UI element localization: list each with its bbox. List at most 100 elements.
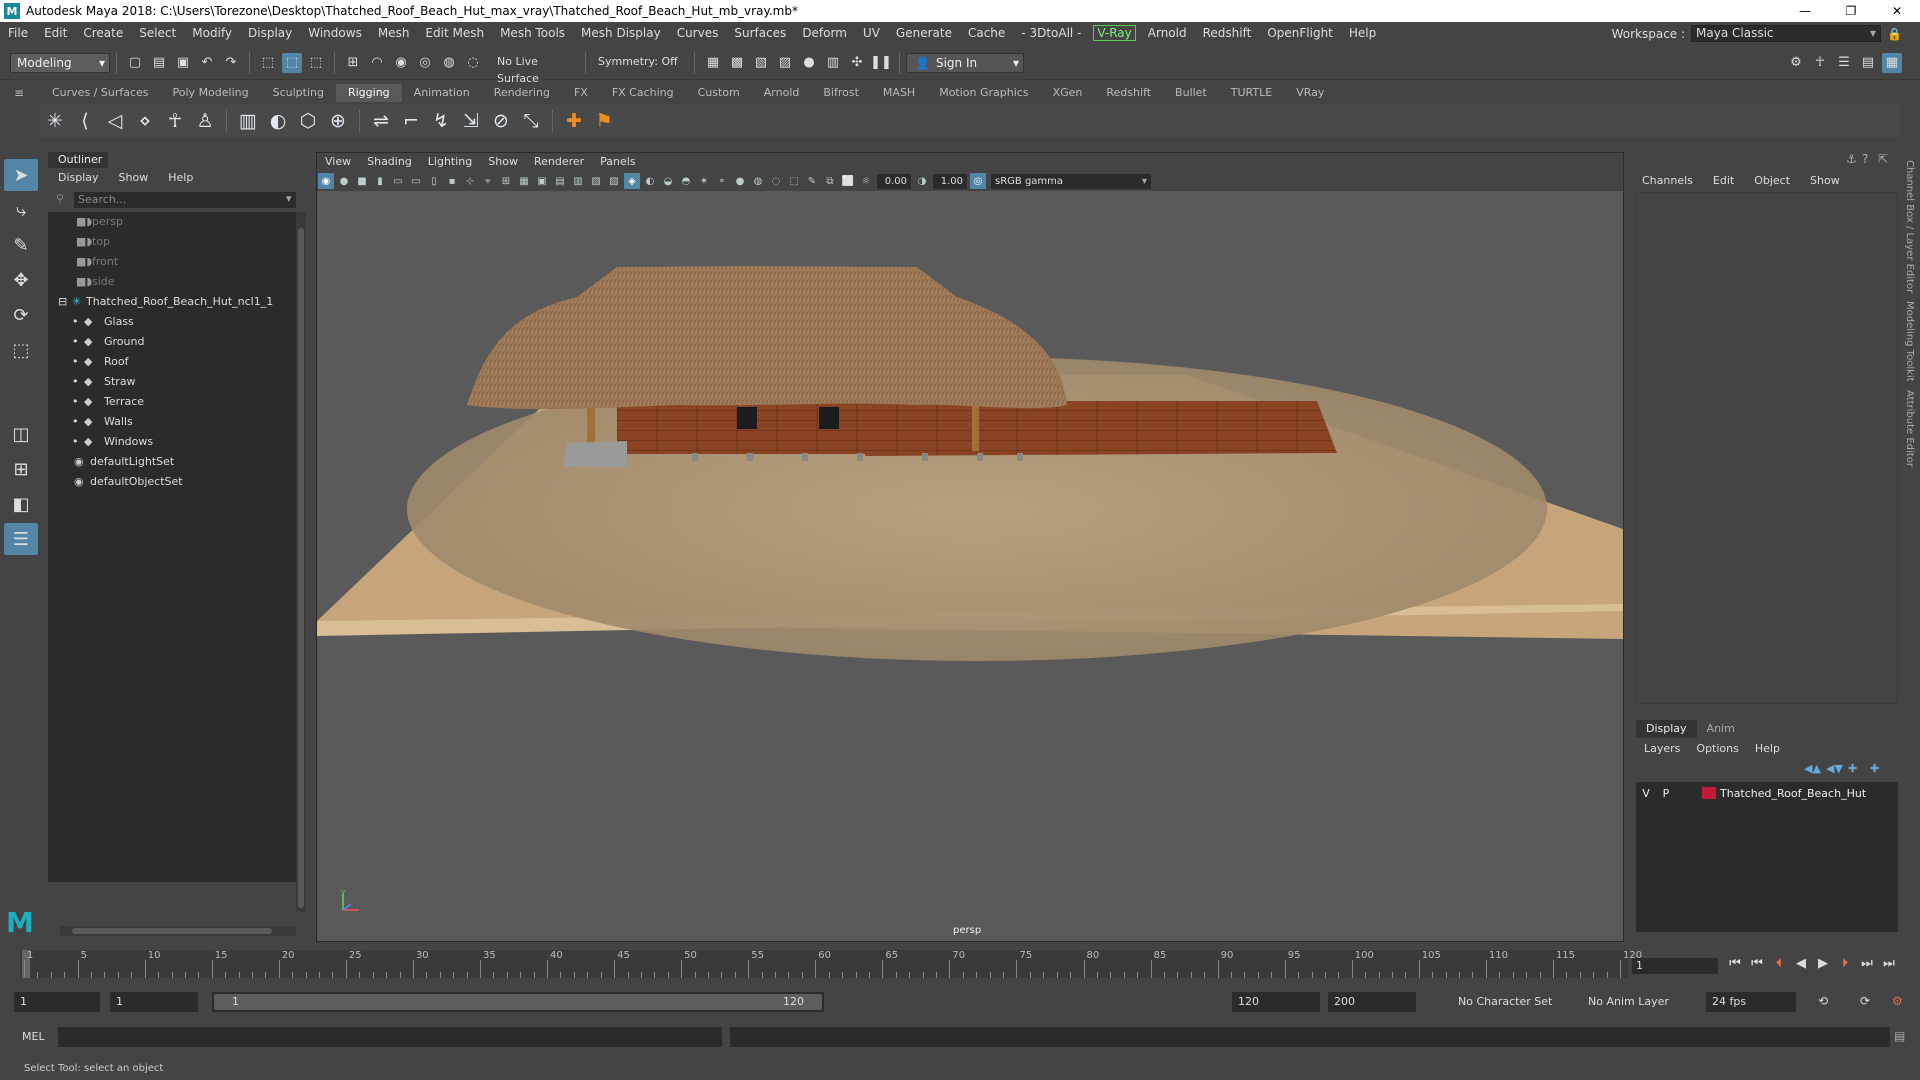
time-slider[interactable]: 1 5 10 15 20 25 30 35 40 45 50 55 60 65 70 75 80 85 90 95 10… — [20, 950, 1642, 978]
exposure-field[interactable]: 0.00 — [877, 173, 911, 189]
layer-row[interactable]: V P Thatched_Roof_Beach_Hut — [1636, 784, 1898, 802]
save-scene-icon[interactable]: ▣ — [173, 53, 193, 73]
outliner-item-straw[interactable]: • ◆ Straw — [48, 372, 296, 392]
step-back-frame-icon[interactable]: ⏴ — [1768, 956, 1790, 971]
shelf-tab-xgen[interactable]: XGen — [1041, 84, 1095, 102]
menu-surfaces[interactable]: Surfaces — [726, 26, 794, 40]
shelf-tab-bifrost[interactable]: Bifrost — [811, 84, 871, 102]
menu-v-ray[interactable]: V-Ray — [1093, 25, 1136, 41]
paint-weights-icon[interactable]: ◐ — [263, 106, 293, 136]
go-to-end-icon[interactable]: ⏭ — [1878, 956, 1900, 971]
layer-menu-options[interactable]: Options — [1688, 740, 1746, 758]
anim-preferences-icon[interactable]: ⚙ — [1892, 994, 1903, 1008]
shelf-tab-custom[interactable]: Custom — [686, 84, 752, 102]
menu-edit[interactable]: Edit — [36, 26, 75, 40]
light-editor-icon[interactable]: ✣ — [847, 53, 867, 73]
view-transform-dropdown[interactable]: sRGB gamma — [991, 173, 1151, 189]
menu-generate[interactable]: Generate — [888, 26, 960, 40]
render-frame-icon[interactable]: ▩ — [727, 53, 747, 73]
menu-create[interactable]: Create — [75, 26, 131, 40]
resolution-gate-icon[interactable]: ▭ — [408, 173, 424, 189]
shadows-icon[interactable]: ▨ — [606, 173, 622, 189]
select-object-icon[interactable]: ⬚ — [282, 52, 302, 73]
script-language-label[interactable]: MEL — [22, 1030, 45, 1043]
side-tab-modeling-toolkit[interactable]: Modeling Toolkit — [1904, 301, 1915, 382]
menu-display[interactable]: Display — [240, 26, 300, 40]
anti-aliasing-icon[interactable]: ◓ — [678, 173, 694, 189]
outliner-horizontal-scrollbar[interactable] — [60, 926, 296, 936]
motion-blur-icon[interactable]: ◒ — [660, 173, 676, 189]
single-view-icon[interactable]: ◫ — [4, 418, 38, 450]
human-ik-icon[interactable]: ☥ — [1810, 53, 1830, 73]
menu-openflight[interactable]: OpenFlight — [1259, 26, 1341, 40]
close-button[interactable]: ✕ — [1874, 0, 1920, 22]
anim-layer-dropdown[interactable]: No Anim Layer — [1588, 992, 1698, 1012]
undo-icon[interactable]: ↶ — [197, 53, 217, 73]
frame-icon[interactable]: ⬜ — [840, 173, 856, 189]
wireframe-icon[interactable]: ▦ — [516, 173, 532, 189]
outliner-tab[interactable]: Outliner — [48, 152, 108, 168]
select-hierarchy-icon[interactable]: ⬚ — [258, 53, 278, 73]
new-layer-selected-icon[interactable]: ✚ — [1870, 762, 1892, 775]
outliner-item-defaultlightset[interactable]: ◉ defaultLightSet — [48, 452, 296, 472]
character-set-dropdown[interactable]: No Character Set — [1458, 992, 1578, 1012]
pin-icon[interactable]: ⚑ — [589, 106, 619, 136]
textured-icon[interactable]: ▥ — [570, 173, 586, 189]
snap-live-icon[interactable]: ◌ — [463, 53, 483, 73]
safe-action-icon[interactable]: ⊹ — [462, 173, 478, 189]
gamma-field[interactable]: 1.00 — [933, 173, 967, 189]
parent-constraint-icon[interactable]: ⤡ — [516, 106, 546, 136]
redo-icon[interactable]: ↷ — [221, 53, 241, 73]
menu-modify[interactable]: Modify — [184, 26, 240, 40]
help-icon[interactable]: ? — [1862, 152, 1878, 166]
search-dropdown-icon[interactable]: ▾ — [286, 192, 292, 205]
outliner-item-persp[interactable]: ■◗ persp — [48, 212, 296, 232]
menu-edit-mesh[interactable]: Edit Mesh — [417, 26, 492, 40]
menu-arnold[interactable]: Arnold — [1140, 26, 1195, 40]
layer-menu-help[interactable]: Help — [1747, 740, 1788, 758]
viewport-menu-lighting[interactable]: Lighting — [420, 153, 480, 171]
maximize-button[interactable]: ❐ — [1828, 0, 1874, 22]
shelf-tab-turtle[interactable]: TURTLE — [1219, 84, 1284, 102]
loop-icon[interactable]: ⟲ — [1818, 994, 1828, 1008]
render-view-icon[interactable]: ▦ — [703, 53, 723, 73]
bind-skin-icon[interactable]: ▥ — [233, 106, 263, 136]
hud-icon[interactable]: ◌ — [768, 173, 784, 189]
xray-icon[interactable]: ◈ — [624, 173, 640, 189]
menu-cache[interactable]: Cache — [960, 26, 1013, 40]
snap-surface-icon[interactable]: ◍ — [439, 53, 459, 73]
render-setup-icon[interactable]: ▥ — [823, 53, 843, 73]
move-layer-up-icon[interactable]: ◀▲ — [1804, 762, 1826, 775]
create-joints-icon[interactable]: ✳ — [40, 106, 70, 136]
menu-uv[interactable]: UV — [855, 26, 888, 40]
outliner-item-thatched-roof-beach-hut-ncl1-1[interactable]: ⊟ ✳ Thatched_Roof_Beach_Hut_ncl1_1 — [48, 292, 296, 312]
outliner-menu-help[interactable]: Help — [158, 169, 203, 187]
camera-attributes-icon[interactable]: ● — [336, 173, 352, 189]
new-scene-icon[interactable]: ▢ — [125, 53, 145, 73]
layer-tab-anim[interactable]: Anim — [1697, 720, 1745, 738]
viewport-menu-renderer[interactable]: Renderer — [526, 153, 592, 171]
viewport-panel[interactable]: View Shading Lighting Show Renderer Panels ◉ … — [316, 152, 1624, 942]
outliner-menu-show[interactable]: Show — [109, 169, 159, 187]
shelf-tab-vray[interactable]: VRay — [1284, 84, 1336, 102]
layer-visibility-toggle[interactable]: V — [1636, 787, 1656, 800]
menu-set-dropdown[interactable]: Modeling — [10, 52, 110, 73]
outliner-item-walls[interactable]: • ◆ Walls — [48, 412, 296, 432]
channel-menu-show[interactable]: Show — [1800, 172, 1850, 190]
shelf-tab-mash[interactable]: MASH — [871, 84, 927, 102]
step-forward-key-icon[interactable]: ⏭ — [1856, 956, 1878, 971]
wireframe-on-shaded-icon[interactable]: ▤ — [552, 173, 568, 189]
rotate-tool-icon[interactable]: ⟳ — [4, 299, 38, 331]
menu-file[interactable]: File — [0, 26, 36, 40]
current-frame-field[interactable]: 1 — [1632, 958, 1718, 974]
menu-select[interactable]: Select — [131, 26, 184, 40]
playback-start-field[interactable]: 1 — [110, 992, 198, 1012]
ambient-occlusion-icon[interactable]: ◐ — [642, 173, 658, 189]
move-tool-icon[interactable]: ✥ — [4, 264, 38, 296]
animation-start-field[interactable]: 1 — [14, 992, 100, 1012]
viewport-menu-show[interactable]: Show — [480, 153, 526, 171]
minimize-button[interactable]: — — [1782, 0, 1828, 22]
quick-rig-icon[interactable]: ☥ — [160, 106, 190, 136]
select-tool-icon[interactable]: ➤ — [4, 159, 38, 191]
isolate-select-icon[interactable]: ⚬ — [714, 173, 730, 189]
